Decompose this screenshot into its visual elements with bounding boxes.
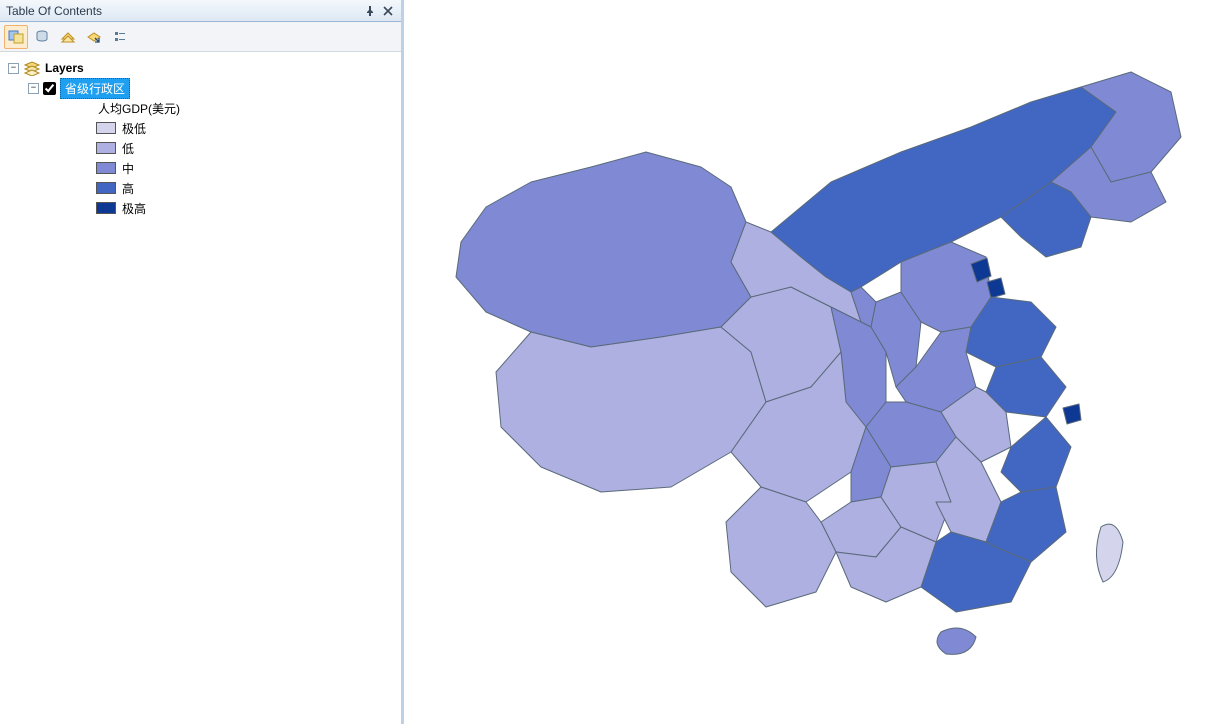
symbology-field-row[interactable]: 人均GDP(美元) xyxy=(4,98,397,118)
prov-xinjiang xyxy=(456,152,751,347)
legend-swatch xyxy=(96,202,116,214)
prov-zhejiang xyxy=(1001,417,1071,492)
toc-title: Table Of Contents xyxy=(6,4,361,18)
symbology-field-label: 人均GDP(美元) xyxy=(96,100,180,117)
legend-class-label: 极低 xyxy=(122,120,146,137)
layers-root-row[interactable]: − Layers xyxy=(4,58,397,78)
list-by-source-button[interactable] xyxy=(30,25,54,49)
legend-class-row[interactable]: 高 xyxy=(4,178,397,198)
layer-row[interactable]: − 省级行政区 xyxy=(4,78,397,98)
prov-shanghai xyxy=(1063,404,1081,424)
toc-toolbar xyxy=(0,22,401,52)
legend-swatch xyxy=(96,162,116,174)
legend-class-row[interactable]: 低 xyxy=(4,138,397,158)
layer-visibility-checkbox[interactable] xyxy=(43,82,56,95)
legend-class-row[interactable]: 极低 xyxy=(4,118,397,138)
prov-taiwan xyxy=(1096,524,1123,582)
legend-class-row[interactable]: 中 xyxy=(4,158,397,178)
layers-root-label: Layers xyxy=(45,61,84,75)
legend-class-label: 极高 xyxy=(122,200,146,217)
legend-class-row[interactable]: 极高 xyxy=(4,198,397,218)
legend-swatch xyxy=(96,182,116,194)
legend-class-label: 低 xyxy=(122,140,134,157)
legend-swatch xyxy=(96,122,116,134)
prov-yunnan xyxy=(726,487,836,607)
toc-title-bar: Table Of Contents xyxy=(0,0,401,22)
legend-class-label: 高 xyxy=(122,180,134,197)
list-by-drawing-order-button[interactable] xyxy=(4,25,28,49)
collapse-icon[interactable]: − xyxy=(28,83,39,94)
list-by-visibility-button[interactable] xyxy=(56,25,80,49)
pin-icon[interactable] xyxy=(361,2,379,20)
close-icon[interactable] xyxy=(379,2,397,20)
layer-name[interactable]: 省级行政区 xyxy=(60,78,130,99)
layers-icon xyxy=(23,60,41,76)
china-choropleth-map xyxy=(431,32,1191,692)
table-of-contents-panel: Table Of Contents xyxy=(0,0,404,724)
list-by-selection-button[interactable] xyxy=(82,25,106,49)
options-button[interactable] xyxy=(108,25,132,49)
collapse-icon[interactable]: − xyxy=(8,63,19,74)
legend-class-label: 中 xyxy=(122,160,134,177)
map-view[interactable] xyxy=(404,0,1218,724)
prov-tibet xyxy=(496,327,766,492)
prov-hainan xyxy=(937,628,976,654)
toc-tree: − Layers − 省级行政区 人均GDP(美元) 极低 xyxy=(0,52,401,724)
legend-swatch xyxy=(96,142,116,154)
